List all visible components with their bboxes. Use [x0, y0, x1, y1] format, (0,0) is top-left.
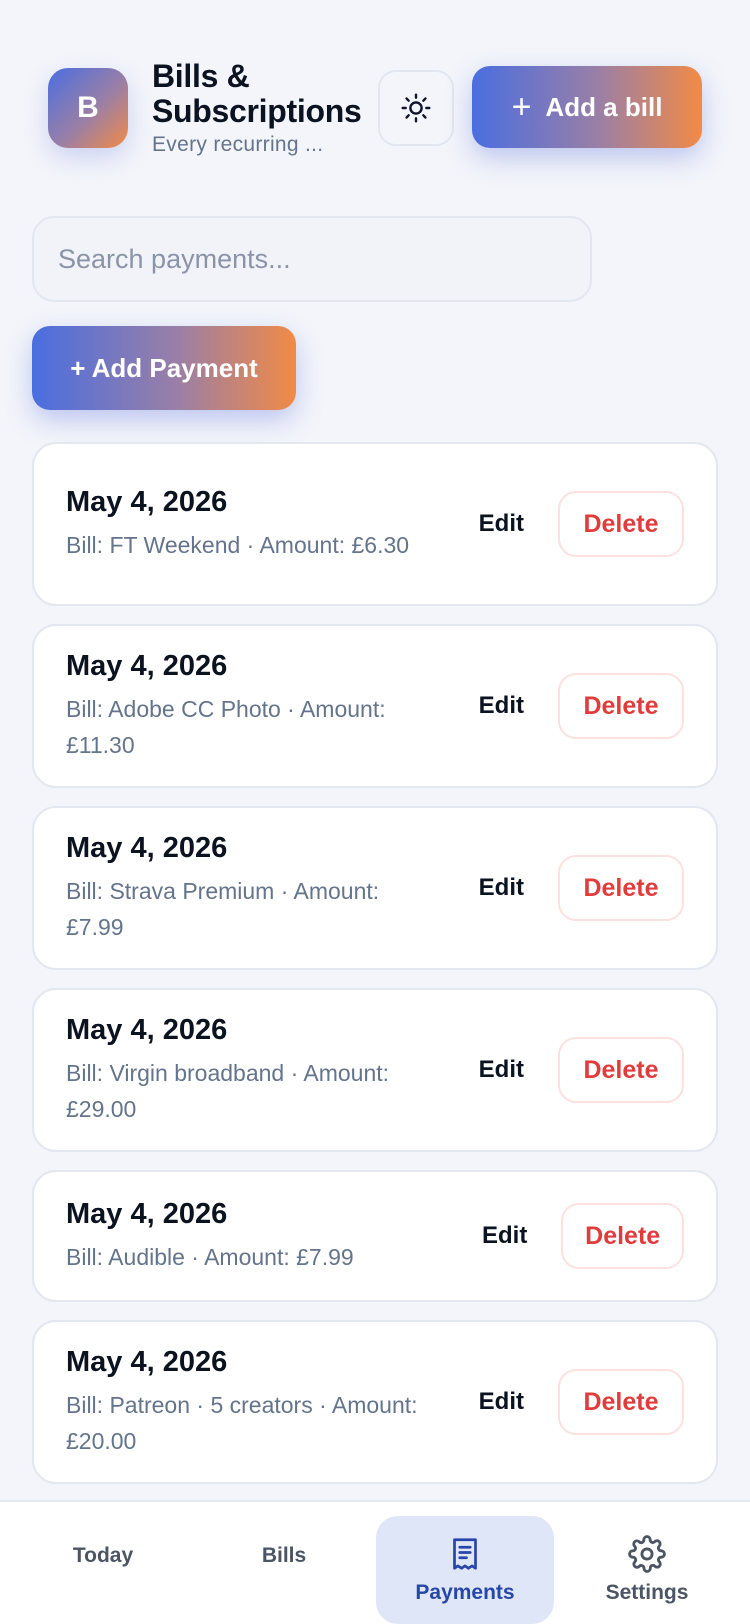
add-bill-label: Add a bill [545, 91, 663, 122]
payment-info: May 4, 2026 Bill: Virgin broadband · Amo… [66, 1014, 479, 1127]
plus-icon: + [511, 88, 532, 126]
receipt-icon [453, 1538, 477, 1570]
payment-card: May 4, 2026 Bill: FT Weekend · Amount: £… [32, 442, 718, 606]
payment-date: May 4, 2026 [66, 1013, 228, 1046]
sun-icon [401, 93, 431, 123]
app-header: B Bills & Subscriptions Every recurring … [48, 59, 702, 156]
payment-info: May 4, 2026 Bill: Patreon · 5 creators ·… [66, 1346, 479, 1459]
payment-card: May 4, 2026 Bill: Strava Premium · Amoun… [32, 806, 718, 970]
payment-card: May 4, 2026 Bill: Patreon · 5 creators ·… [32, 1320, 718, 1484]
app-logo: B [48, 68, 128, 148]
payment-description: Bill: Strava Premium · Amount: £7.99 [66, 877, 380, 940]
nav-payments-label: Payments [415, 1581, 515, 1604]
nav-bills-label: Bills [261, 1544, 307, 1567]
nav-bills[interactable]: Bills [195, 1516, 373, 1624]
payment-card: May 4, 2026 Bill: Audible · Amount: £7.9… [32, 1170, 718, 1302]
payment-date: May 4, 2026 [66, 485, 228, 518]
edit-button[interactable]: Edit [479, 510, 524, 538]
app-title: Bills & Subscriptions [152, 58, 362, 129]
nav-today-label: Today [72, 1544, 134, 1567]
payment-date: May 4, 2026 [66, 1197, 228, 1230]
edit-button[interactable]: Edit [482, 1222, 527, 1250]
payment-info: May 4, 2026 Bill: Adobe CC Photo · Amoun… [66, 650, 479, 763]
delete-button[interactable]: Delete [558, 1037, 684, 1103]
payment-card: May 4, 2026 Bill: Adobe CC Photo · Amoun… [32, 624, 718, 788]
payment-description: Bill: FT Weekend · Amount: £6.30 [66, 531, 410, 558]
payment-date: May 4, 2026 [66, 649, 228, 682]
edit-button[interactable]: Edit [479, 692, 524, 720]
payment-description: Bill: Adobe CC Photo · Amount: £11.30 [66, 695, 386, 758]
nav-today[interactable]: Today [14, 1516, 192, 1624]
payment-date: May 4, 2026 [66, 1345, 228, 1378]
delete-button[interactable]: Delete [558, 1369, 684, 1435]
payment-description: Bill: Patreon · 5 creators · Amount: £20… [66, 1391, 418, 1454]
edit-button[interactable]: Edit [479, 1056, 524, 1084]
nav-payments[interactable]: Payments [376, 1516, 554, 1624]
add-payment-button[interactable]: + Add Payment [32, 326, 296, 410]
gear-icon [628, 1535, 666, 1573]
theme-toggle-button[interactable] [378, 70, 454, 146]
payment-description: Bill: Audible · Amount: £7.99 [66, 1243, 354, 1270]
payment-info: May 4, 2026 Bill: FT Weekend · Amount: £… [66, 486, 479, 563]
payment-info: May 4, 2026 Bill: Strava Premium · Amoun… [66, 832, 479, 945]
edit-button[interactable]: Edit [479, 1388, 524, 1416]
delete-button[interactable]: Delete [558, 855, 684, 921]
delete-button[interactable]: Delete [558, 491, 684, 557]
payment-description: Bill: Virgin broadband · Amount: £29.00 [66, 1059, 390, 1122]
add-bill-button[interactable]: + Add a bill [472, 66, 702, 148]
delete-button[interactable]: Delete [561, 1203, 684, 1269]
edit-button[interactable]: Edit [479, 874, 524, 902]
title-block: Bills & Subscriptions Every recurring ..… [152, 59, 372, 157]
app-subtitle: Every recurring ... [152, 133, 324, 156]
payment-info: May 4, 2026 Bill: Audible · Amount: £7.9… [66, 1198, 482, 1275]
search-input[interactable] [32, 216, 592, 302]
payment-list: May 4, 2026 Bill: FT Weekend · Amount: £… [32, 442, 718, 1502]
bottom-nav: Today Bills Payments Settings [0, 1500, 750, 1624]
delete-button[interactable]: Delete [558, 673, 684, 739]
payment-date: May 4, 2026 [66, 831, 228, 864]
nav-settings[interactable]: Settings [558, 1516, 736, 1624]
nav-settings-label: Settings [605, 1581, 689, 1604]
payment-card: May 4, 2026 Bill: Virgin broadband · Amo… [32, 988, 718, 1152]
